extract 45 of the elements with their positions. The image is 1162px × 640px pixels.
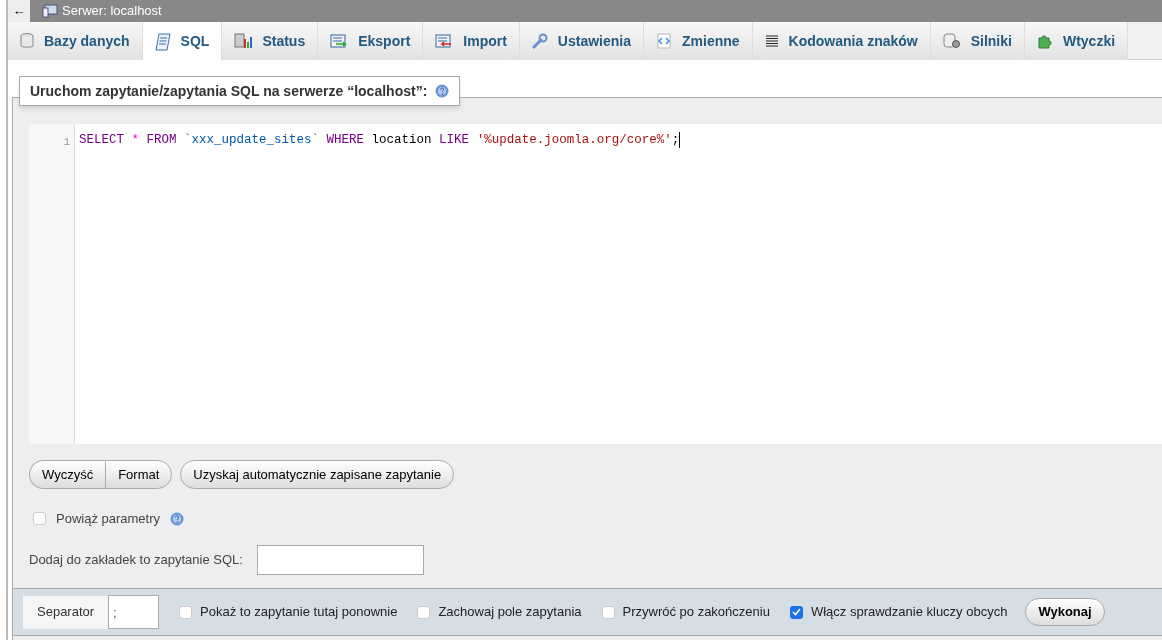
help-icon[interactable] (170, 511, 185, 526)
checkbox[interactable] (789, 605, 803, 619)
nav-tab[interactable]: Zmienne (644, 22, 753, 60)
nav-tab[interactable]: SQL (142, 22, 223, 61)
database-icon (20, 33, 34, 49)
execute-button[interactable]: Wykonaj (1025, 598, 1105, 626)
checkbox-label: Powiąż parametry (56, 510, 161, 528)
server-icon (42, 4, 58, 18)
field-label: Dodaj do zakładek to zapytanie SQL: (29, 550, 243, 569)
nav-tab[interactable]: Bazy danych (8, 22, 143, 60)
separator-label: Separator (23, 595, 109, 629)
puzzle-icon (1036, 33, 1053, 49)
back-button[interactable]: ← (8, 0, 30, 22)
nav-tab[interactable]: Import (423, 22, 520, 60)
export-icon (330, 34, 349, 48)
checkbox-label: Przywróć po zakończeniu (622, 603, 770, 622)
checkbox[interactable] (179, 605, 193, 619)
code-line[interactable]: SELECT * FROM `xxx_update_sites` WHERE location LIKE '%update.joomla.org/core%'; (79, 131, 681, 149)
document-icon (154, 32, 171, 51)
nav-tab[interactable]: Status (222, 22, 319, 60)
nav-tab[interactable]: Kodowania znaków (752, 22, 931, 60)
breadcrumb-link[interactable]: Serwer: localhost (62, 1, 162, 21)
separator-input[interactable]: ; (108, 595, 160, 629)
nav-tab[interactable]: Silniki (930, 22, 1025, 60)
checkbox-label: Włącz sprawdzanie kluczy obcych (810, 603, 1008, 622)
code-icon (656, 33, 672, 49)
editor-button[interactable]: Uzyskaj automatycznie zapisane zapytanie (180, 460, 455, 489)
import-icon (435, 34, 454, 48)
editor-button[interactable]: Format (105, 460, 173, 489)
checkbox[interactable] (33, 512, 46, 526)
checkbox-label: Zachowaj pole zapytania (438, 603, 582, 622)
help-icon[interactable] (435, 84, 450, 98)
lines-icon (764, 35, 779, 47)
checkbox[interactable] (417, 605, 431, 619)
nav-tab[interactable]: Wtyczki (1024, 22, 1129, 60)
checkbox[interactable] (601, 605, 615, 619)
nav-tab[interactable]: Eksport (318, 22, 424, 60)
nav-tab[interactable]: Ustawienia (519, 22, 644, 60)
chart-icon (234, 33, 253, 49)
bookmark-input[interactable] (256, 544, 424, 575)
editor-button[interactable]: Wyczyść (29, 460, 106, 489)
line-number: 1 (63, 135, 70, 150)
checkbox-label: Pokaż to zapytanie tutaj ponownie (200, 603, 398, 622)
fieldset-legend: Uruchom zapytanie/zapytania SQL na serwerze “localhost”: (30, 80, 428, 102)
text-cursor (679, 132, 681, 148)
